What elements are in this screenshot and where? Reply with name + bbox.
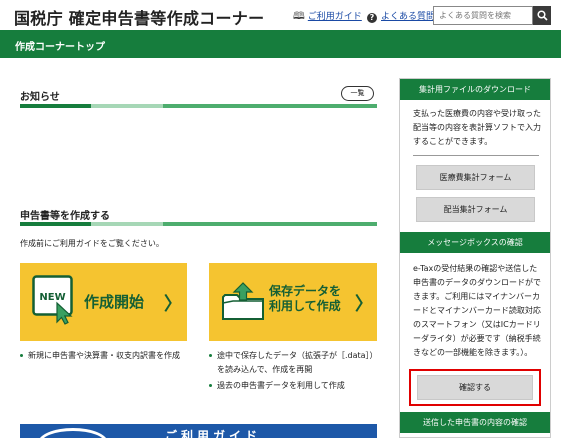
question-icon: ? [367,13,377,23]
start-creation-label: 作成開始 [84,293,145,311]
list-item: 新規に申告書や決算書・収支内訳書を作成 [20,349,190,363]
start-creation-button[interactable]: NEW 作成開始 〉 [20,263,187,341]
saved-data-notes: 途中で保存したデータ（拡張子が［.data］）を読み込んで、作成を再開 過去の申… [209,349,384,395]
sidebar: 集計用ファイルのダウンロード 支払った医療費の内容や受け取った配当等の内容を表計… [399,78,551,438]
list-item: 途中で保存したデータ（拡張子が［.data］）を読み込んで、作成を再開 [209,349,384,377]
download-heading: 集計用ファイルのダウンロード [400,79,550,100]
messagebox-description: e-Taxの受付結果の確認や送信した申告書のデータのダウンロードができます。ご利… [413,264,541,357]
create-heading: 申告書等を作成する [20,211,110,222]
search-button[interactable] [533,6,551,25]
news-divider [20,104,377,108]
site-header: 国税庁 確定申告書等作成コーナー 🕮 ご利用ガイド ? よくある質問 [0,0,561,30]
page-title: 作成コーナートップ [15,42,105,53]
book-icon: 🕮 [293,11,305,22]
chevron-right-icon: 〉 [355,294,373,315]
confirm-button[interactable]: 確認する [417,375,533,400]
breadcrumb-bar: 作成コーナートップ [0,30,561,58]
faq-label: よくある質問 [381,12,436,22]
create-intro: 作成前にご利用ガイドをご覧ください。 [20,239,164,248]
use-saved-data-label: 保存データを利用して作成 [269,284,342,313]
guide-banner-graphic [38,428,108,438]
new-document-icon: NEW [32,275,73,325]
new-badge-text: NEW [39,292,65,303]
chevron-right-icon: 〉 [164,294,182,315]
use-saved-data-button[interactable]: 保存データを利用して作成 〉 [209,263,377,341]
download-description: 支払った医療費の内容や受け取った配当等の内容を表計算ソフトで入力することができま… [413,109,541,146]
usage-guide-link[interactable]: 🕮 ご利用ガイド [293,9,362,26]
site-title[interactable]: 国税庁 確定申告書等作成コーナー [14,5,264,29]
folder-upload-icon [222,282,264,320]
medical-expense-form-button[interactable]: 医療費集計フォーム [416,165,535,190]
create-divider [20,222,377,226]
start-creation-notes: 新規に申告書や決算書・収支内訳書を作成 [20,349,190,363]
sent-returns-heading[interactable]: 送信した申告書の内容の確認 [400,412,550,433]
usage-guide-banner[interactable]: ご利用ガイド [20,424,377,438]
list-item: 過去の申告書データを利用して作成 [209,379,384,393]
dividend-form-button[interactable]: 配当集計フォーム [416,197,535,222]
divider [413,155,539,156]
search-input[interactable] [433,6,533,25]
messagebox-heading: メッセージボックスの確認 [400,232,550,253]
faq-link[interactable]: ? よくある質問 [367,9,435,23]
usage-guide-banner-text: ご利用ガイド [165,429,262,438]
news-list-button[interactable]: 一覧 [341,86,374,101]
usage-guide-label: ご利用ガイド [307,12,362,22]
search-icon [536,10,548,21]
news-heading: お知らせ [20,92,60,103]
